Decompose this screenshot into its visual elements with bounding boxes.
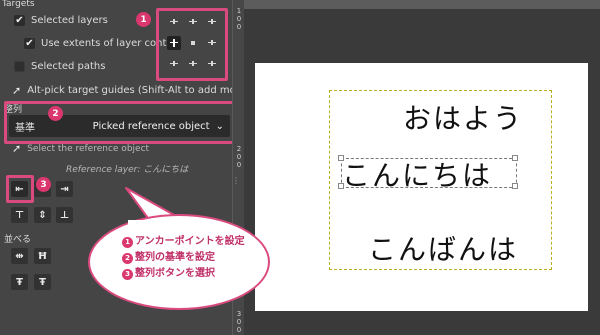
check-icon[interactable]: ✔: [24, 38, 35, 49]
callout-step-2-text: 整列の基準を設定: [135, 252, 215, 263]
callout-step-2: 2 整列の基準を設定: [122, 250, 245, 266]
select-reference-label: Select the reference object: [27, 143, 150, 154]
callout-step-3-text: 整列ボタンを選択: [135, 268, 215, 279]
transform-handle[interactable]: [512, 155, 518, 161]
callout-step-1: 1 アンカーポイントを設定: [122, 234, 245, 250]
transform-handle[interactable]: [512, 183, 518, 189]
use-extents-option[interactable]: ✔ Use extents of layer contents: [24, 38, 171, 49]
text-konnichiwa[interactable]: こんにちは: [342, 154, 492, 194]
text-konbanwa[interactable]: こんばんは: [368, 228, 518, 268]
align-right-button[interactable]: ⇥: [56, 181, 73, 197]
step-badge-3: 3: [36, 177, 51, 192]
use-extents-label: Use extents of layer contents: [41, 38, 171, 49]
align-bottom-button[interactable]: ⊥: [56, 207, 73, 223]
alt-pick-label: Alt-pick target guides (Shift-Alt to add…: [27, 85, 250, 96]
unchecked-box-icon[interactable]: [14, 61, 25, 72]
align-left-highlight-box: [6, 175, 34, 203]
distribute-v-center-button[interactable]: Ŧ: [34, 274, 51, 290]
step-badge-mini: 1: [122, 236, 133, 248]
horizontal-ruler: [244, 0, 600, 9]
callout-steps: 1 アンカーポイントを設定 2 整列の基準を設定 3 整列ボタンを選択: [122, 234, 245, 282]
selected-layers-option[interactable]: ✔ Selected layers: [14, 15, 108, 26]
callout-step-3: 3 整列ボタンを選択: [122, 266, 245, 282]
check-icon[interactable]: ✔: [14, 15, 25, 26]
alt-pick-hint: ➚ Alt-pick target guides (Shift-Alt to a…: [12, 84, 250, 97]
selected-paths-option[interactable]: Selected paths: [14, 61, 105, 72]
panel-resize-handle[interactable]: ⋮: [232, 176, 240, 185]
selected-paths-label: Selected paths: [31, 61, 106, 72]
align-top-button[interactable]: ⊤: [11, 207, 28, 223]
distribute-h-center-button[interactable]: Ħ: [34, 248, 51, 264]
targets-heading: Targets: [2, 0, 35, 9]
text-ohayou[interactable]: おはよう: [403, 97, 523, 137]
distribute-v-top-button[interactable]: Ŧ: [11, 274, 28, 290]
step-badge-1: 1: [136, 12, 151, 27]
selected-layers-label: Selected layers: [31, 15, 108, 26]
step-badge-mini: 2: [122, 252, 133, 264]
callout-step-1-text: アンカーポイントを設定: [135, 236, 245, 247]
align-vcenter-button[interactable]: ⇕: [34, 207, 51, 223]
anchor-highlight-box: [156, 8, 228, 81]
distribute-h-left-button[interactable]: ⇹: [11, 248, 28, 264]
step-badge-mini: 3: [122, 268, 133, 280]
distribute-heading: 並べる: [4, 235, 32, 245]
reference-layer-label: Reference layer: こんにちは: [66, 165, 189, 175]
pointer-icon: ➚: [12, 84, 22, 97]
step-badge-2: 2: [48, 106, 63, 121]
reference-highlight-box: [4, 101, 236, 144]
